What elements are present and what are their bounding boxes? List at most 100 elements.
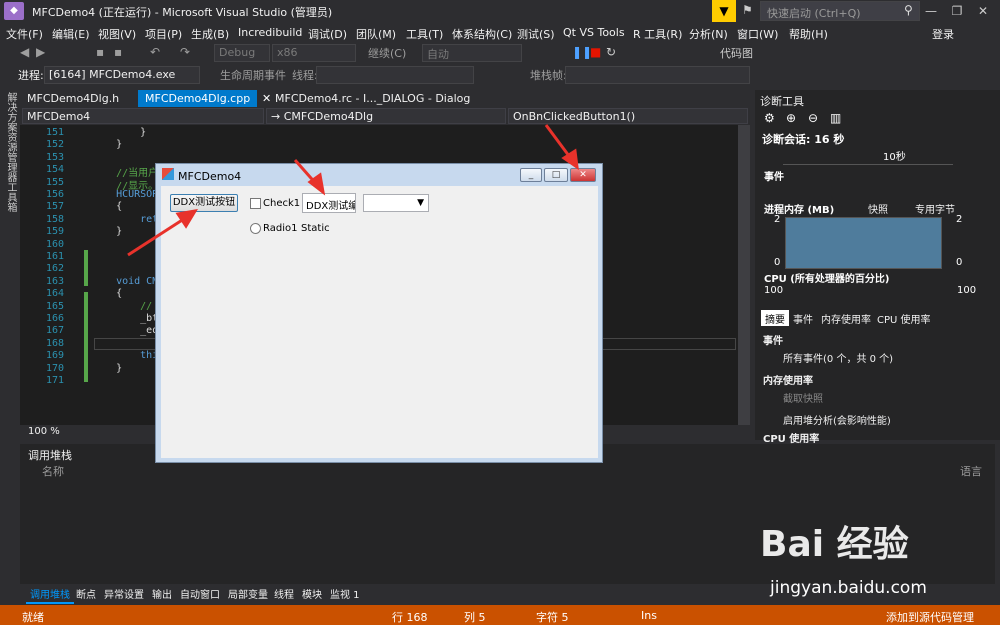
toolbox-tab[interactable]: 工具箱 [3,182,18,212]
line-number: 160 [45,238,64,250]
tab-memory-usage[interactable]: 内存使用率 [817,310,875,327]
check1-checkbox[interactable] [250,198,261,209]
menu-window[interactable]: 窗口(W) [737,26,778,42]
menu-file[interactable]: 文件(F) [6,26,43,42]
status-mode: Ins [641,609,657,622]
ddx-test-edit[interactable]: DDX测试编辑 [302,193,356,213]
radio1-button[interactable] [250,223,261,234]
menu-debug[interactable]: 调试(D) [308,26,347,42]
left-tool-strip: 解决方案资源管理器 工具箱 [0,86,18,606]
lifecycle-events-button[interactable]: 生命周期事件 [220,67,286,83]
menu-incredibuild[interactable]: Incredibuild [238,26,302,39]
dialog-minimize-button[interactable]: _ [520,168,542,182]
tab-exception-settings[interactable]: 异常设置 [100,585,148,602]
close-button[interactable]: ✕ [970,2,996,20]
line-number: 164 [45,288,64,300]
tab-call-stack[interactable]: 调用堆栈 [26,585,74,604]
line-number: 151 [45,127,64,138]
code-map-button[interactable]: 代码图 [720,45,753,61]
auto-dropdown[interactable]: 自动 [422,44,522,62]
zoom-level[interactable]: 100 % [28,426,60,437]
menu-build[interactable]: 生成(B) [191,26,229,42]
menu-qt-vs-tools[interactable]: Qt VS Tools [563,26,625,39]
save-all-icon[interactable]: ▪ [114,45,122,59]
events-heading: 事件 [763,336,783,347]
undo-icon[interactable]: ↶ [150,45,160,59]
back-icon[interactable]: ◀ [20,45,29,59]
menu-tools[interactable]: 工具(T) [406,26,443,42]
standard-toolbar: ◀ ▶ ▪ ▪ ↶ ↷ Debug x86 继续(C) 自动 ❚❚ ■ ↻ 代码… [0,42,1000,64]
class-dropdown[interactable]: → CMFCDemo4Dlg [266,108,506,124]
chart-icon[interactable]: ▥ [830,111,841,125]
continue-button[interactable]: 继续(C) [368,45,406,61]
check1-label[interactable]: Check1 [263,198,300,209]
forward-icon[interactable]: ▶ [36,45,45,59]
tab-output[interactable]: 输出 [148,585,176,602]
line-number: 170 [45,362,64,374]
stackframe-dropdown[interactable] [565,66,750,84]
tab-modules[interactable]: 模块 [298,585,326,602]
quick-launch-input[interactable]: 快速启动 (Ctrl+Q) [760,1,920,21]
restore-button[interactable]: ❐ [944,2,970,20]
zoom-out-icon[interactable]: ⊖ [808,111,818,125]
menu-help[interactable]: 帮助(H) [789,26,828,42]
cpu-section[interactable]: CPU (所有处理器的百分比) [764,270,889,285]
cpu-axis-max: 100 [764,285,784,296]
menu-team[interactable]: 团队(M) [356,26,396,42]
feedback-icon[interactable]: ⚑ [742,3,753,17]
zoom-in-icon[interactable]: ⊕ [786,111,796,125]
process-dropdown[interactable]: [6164] MFCDemo4.exe [44,66,200,84]
timeline-ruler[interactable]: 10秒 [783,145,953,165]
menu-test[interactable]: 测试(S) [517,26,555,42]
platform-dropdown[interactable]: x86 [272,44,356,62]
take-snapshot-button[interactable]: 截取快照 [783,390,823,405]
member-dropdown[interactable]: OnBnClickedButton1() [508,108,748,124]
menu-view[interactable]: 视图(V) [98,26,136,42]
code-line: } [92,127,147,138]
editor-scrollbar[interactable] [738,125,750,425]
tab-autos[interactable]: 自动窗口 [176,585,224,602]
tab-cpu-usage[interactable]: CPU 使用率 [873,310,935,327]
tab-rc-dialog[interactable]: MFCDemo4.rc - I..._DIALOG - Dialog [268,90,477,107]
name-column-header[interactable]: 名称 [42,463,64,479]
minimize-button[interactable]: — [918,2,944,20]
thread-label: 线程: [292,69,318,82]
combo-box[interactable]: ▼ [363,194,429,212]
tab-summary[interactable]: 摘要 [761,310,789,327]
project-dropdown[interactable]: MFCDemo4 [22,108,264,124]
menu-architecture[interactable]: 体系结构(C) [452,26,512,42]
tab-watch1[interactable]: 监视 1 [326,585,364,602]
restart-icon[interactable]: ↻ [606,45,616,59]
save-icon[interactable]: ▪ [96,45,104,59]
menu-analyze[interactable]: 分析(N) [689,26,728,42]
dialog-close-button[interactable]: ✕ [570,168,596,182]
tab-events[interactable]: 事件 [789,310,817,327]
language-column-header[interactable]: 语言 [960,463,982,479]
tab-breakpoints[interactable]: 断点 [72,585,100,602]
status-line: 行 168 [392,611,428,624]
radio1-label[interactable]: Radio1 [263,223,297,234]
redo-icon[interactable]: ↷ [180,45,190,59]
all-events-link[interactable]: 所有事件(0 个，共 0 个) [783,350,893,365]
tab-dlg-cpp[interactable]: MFCDemo4Dlg.cpp [138,90,258,107]
menu-project[interactable]: 项目(P) [145,26,182,42]
stop-icon[interactable]: ■ [590,45,601,59]
notification-flag-icon[interactable]: ▼ [712,0,736,22]
ddx-test-button[interactable]: DDX测试按钮 [170,194,238,212]
events-section[interactable]: 事件 [764,168,784,183]
search-icon: ⚲ [904,3,913,17]
source-control-button[interactable]: 添加到源代码管理 [886,609,974,625]
config-dropdown[interactable]: Debug [214,44,270,62]
solution-explorer-tab[interactable]: 解决方案资源管理器 [3,92,18,182]
menu-edit[interactable]: 编辑(E) [52,26,90,42]
tab-threads[interactable]: 线程 [270,585,298,602]
menu-r-tools[interactable]: R 工具(R) [633,26,682,42]
thread-dropdown[interactable] [316,66,474,84]
settings-icon[interactable]: ⚙ [764,111,775,125]
signin-link[interactable]: 登录 [932,26,954,42]
tab-dlg-h[interactable]: MFCDemo4Dlg.h [20,90,126,107]
line-number: 163 [45,275,64,287]
dialog-maximize-button[interactable]: □ [544,168,568,182]
heap-profiling-button[interactable]: 启用堆分析(会影响性能) [783,412,891,427]
tab-locals[interactable]: 局部变量 [224,585,272,602]
